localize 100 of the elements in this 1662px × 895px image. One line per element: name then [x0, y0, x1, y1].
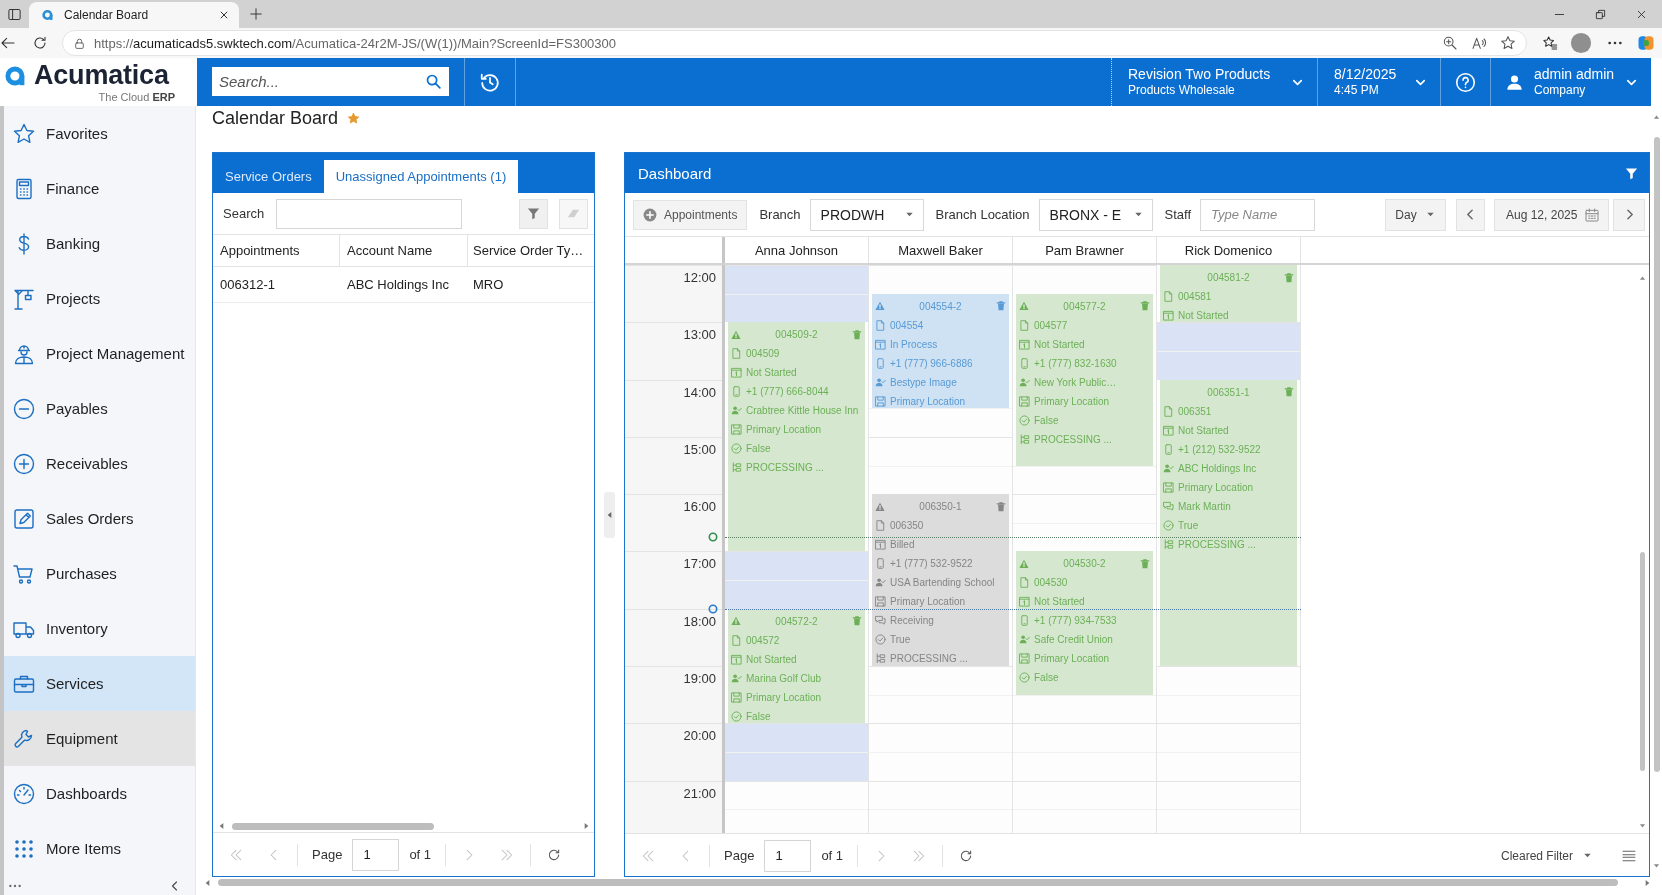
- branch-dropdown[interactable]: PRODWH: [809, 198, 924, 231]
- star-icon[interactable]: [1500, 35, 1516, 51]
- column-header[interactable]: Appointments: [213, 235, 340, 267]
- sidebar-item[interactable]: Dashboards: [4, 766, 195, 821]
- trash-icon[interactable]: [996, 501, 1006, 512]
- triangle-left-icon[interactable]: [218, 822, 226, 830]
- page-field[interactable]: 1: [764, 839, 812, 872]
- sidebar-item[interactable]: Banking: [4, 216, 195, 271]
- sidebar-item[interactable]: Projects: [4, 271, 195, 326]
- triangle-right-icon[interactable]: [582, 822, 590, 830]
- filter-button[interactable]: [519, 198, 548, 229]
- scrollbar-thumb[interactable]: [232, 822, 434, 830]
- search-field[interactable]: Search...: [212, 67, 449, 96]
- help-icon[interactable]: [1455, 71, 1476, 93]
- sidebar-item[interactable]: Project Management: [4, 326, 195, 381]
- sidebar-item[interactable]: Purchases: [4, 546, 195, 601]
- triangle-down-icon[interactable]: [1653, 862, 1660, 869]
- triangle-up-icon[interactable]: [1638, 275, 1646, 282]
- time-label: 12:00: [683, 270, 716, 285]
- scrollbar-thumb[interactable]: [1639, 551, 1645, 771]
- tab[interactable]: Unassigned Appointments (1): [323, 160, 519, 193]
- staff-field[interactable]: Type Name: [1200, 198, 1316, 231]
- appointment-detail: Primary Location: [890, 596, 966, 608]
- collapse-handle[interactable]: [604, 491, 615, 538]
- trash-icon[interactable]: [1140, 301, 1150, 312]
- close-icon[interactable]: [1636, 8, 1647, 20]
- trash-icon[interactable]: [1284, 387, 1294, 398]
- sidebar-item[interactable]: Inventory: [4, 601, 195, 656]
- appointment-id: 004530-2: [1063, 558, 1106, 570]
- trash-icon[interactable]: [996, 301, 1006, 312]
- appointment-detail: +1 (777) 532-9522: [890, 558, 973, 570]
- sidebar-item[interactable]: Equipment: [4, 711, 195, 766]
- sidebar-item[interactable]: More Items: [4, 821, 195, 876]
- sidebar-item[interactable]: Sales Orders: [4, 491, 195, 546]
- scrollbar-thumb[interactable]: [1653, 137, 1660, 772]
- panel-icon[interactable]: [7, 6, 22, 22]
- floppy-icon: [731, 424, 742, 436]
- close-icon[interactable]: [219, 10, 229, 20]
- appointment-id: 006351-1: [1207, 386, 1250, 398]
- sidebar-item[interactable]: Receivables: [4, 436, 195, 491]
- appointment-id: 004572-2: [775, 615, 818, 627]
- column-header[interactable]: Account Name: [340, 235, 468, 267]
- time-label: 20:00: [683, 728, 716, 744]
- appointment-id: 004554-2: [919, 300, 962, 312]
- add-appointments-button[interactable]: Appointments: [633, 199, 748, 230]
- date-time-menu[interactable]: 8/12/2025 4:45 PM: [1317, 58, 1440, 106]
- triangle-right-icon[interactable]: [1643, 878, 1651, 887]
- trash-icon[interactable]: [852, 329, 862, 340]
- triangle-up-icon[interactable]: [1653, 114, 1660, 121]
- browser-tab[interactable]: Calendar Board: [29, 2, 239, 28]
- sidebar-item[interactable]: Finance: [4, 161, 195, 216]
- trash-icon[interactable]: [1284, 272, 1294, 283]
- company-switcher[interactable]: Revision Two Products Products Wholesale: [1111, 58, 1317, 106]
- appointment-detail: Primary Location: [890, 395, 966, 407]
- read-aloud-icon[interactable]: [1471, 35, 1487, 51]
- date-field[interactable]: Aug 12, 2025: [1494, 198, 1609, 231]
- page-field[interactable]: 1: [352, 838, 400, 871]
- trash-icon[interactable]: [1140, 558, 1150, 569]
- restore-icon[interactable]: [1595, 8, 1606, 20]
- appointment-detail: 004577: [1034, 319, 1068, 331]
- sidebar-item[interactable]: Services: [4, 656, 195, 711]
- person-check-icon: [1019, 634, 1030, 646]
- scrollbar-thumb[interactable]: [218, 879, 1618, 886]
- swirl-logo-icon[interactable]: [1637, 34, 1655, 52]
- refresh-icon[interactable]: [959, 848, 974, 863]
- branch-location-dropdown[interactable]: BRONX - E: [1038, 198, 1153, 231]
- zoom-in-icon[interactable]: [1442, 35, 1458, 51]
- avatar-icon[interactable]: [1570, 32, 1592, 54]
- url-text[interactable]: https://acumaticads5.swktech.com/Acumatica-24r2M-JS/(W(1))/Main?ScreenId=FS300300: [94, 35, 617, 51]
- triangle-left-icon[interactable]: [204, 878, 212, 887]
- hierarchy-icon: [1163, 538, 1174, 550]
- triangle-down-icon[interactable]: [1638, 822, 1646, 829]
- user-menu[interactable]: admin admin Company: [1490, 58, 1651, 106]
- appointment-detail: +1 (777) 934-7533: [1034, 615, 1117, 627]
- favorites-icon[interactable]: [1542, 35, 1558, 51]
- reload-icon[interactable]: [32, 35, 48, 51]
- plus-icon[interactable]: [249, 7, 263, 21]
- appointment-id: 004577-2: [1063, 300, 1106, 312]
- address-field[interactable]: https://acumaticads5.swktech.com/Acumatica-24r2M-JS/(W(1))/Main?ScreenId=FS300300: [62, 30, 1527, 56]
- appointment-detail: Not Started: [746, 653, 797, 665]
- view-dropdown[interactable]: Day: [1385, 198, 1446, 231]
- refresh-icon[interactable]: [547, 847, 562, 862]
- appointment-detail: In Process: [890, 338, 938, 350]
- sidebar-item[interactable]: Payables: [4, 381, 195, 436]
- column-header[interactable]: Service Order Ty…: [468, 235, 594, 267]
- appointment-detail: +1 (212) 532-9522: [1178, 443, 1261, 455]
- filter-dropdown[interactable]: Cleared Filter: [1500, 848, 1593, 863]
- star-icon[interactable]: [347, 111, 361, 125]
- tab[interactable]: Service Orders: [213, 160, 324, 193]
- person-check-icon: [731, 672, 742, 684]
- page-title: Calendar Board: [212, 107, 339, 129]
- appointment-detail: Receiving: [890, 615, 934, 627]
- trash-icon[interactable]: [852, 616, 862, 627]
- search-field[interactable]: [276, 198, 462, 229]
- calendar-icon: [731, 367, 742, 379]
- back-arrow-icon[interactable]: [0, 35, 16, 51]
- history-icon[interactable]: [479, 71, 501, 93]
- search-icon[interactable]: [425, 73, 442, 90]
- appointment-detail: New York Public…: [1034, 376, 1117, 388]
- sidebar-item[interactable]: Favorites: [4, 106, 195, 161]
